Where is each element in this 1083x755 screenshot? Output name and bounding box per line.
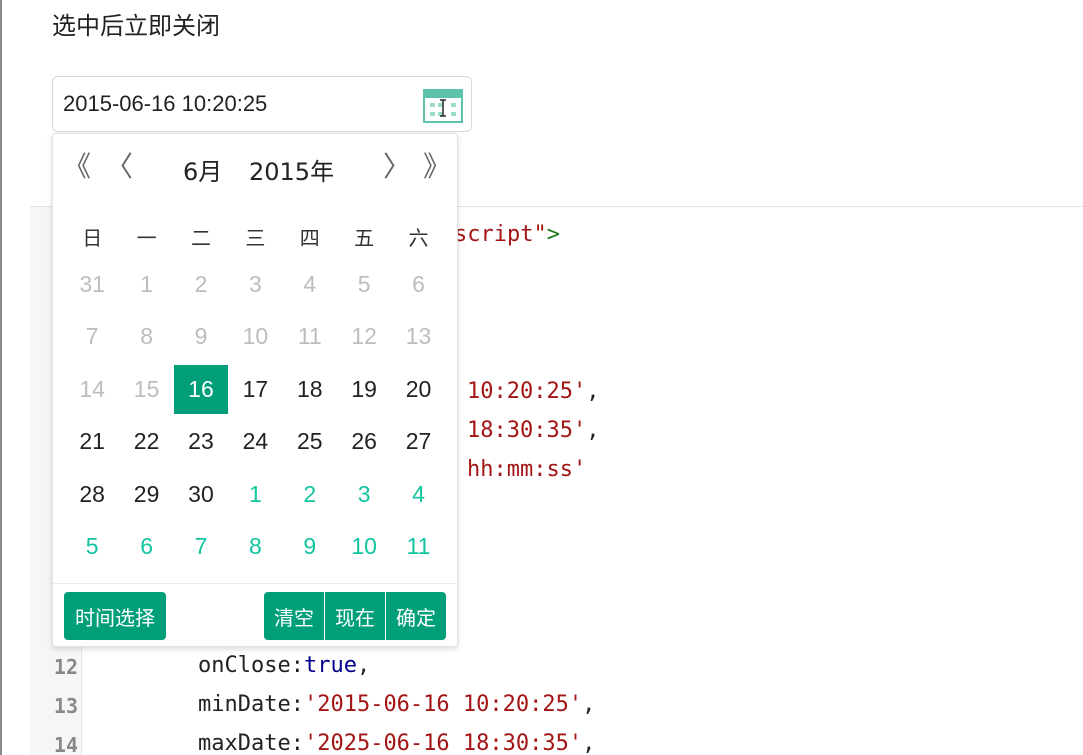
day-cell[interactable]: 11: [391, 521, 445, 574]
datetime-input[interactable]: 2015-06-16 10:20:25: [52, 76, 472, 132]
weekday-label: 日: [82, 226, 103, 250]
line-number: 13: [53, 694, 78, 718]
day-cell[interactable]: 1: [119, 258, 173, 311]
day-cell[interactable]: 21: [65, 416, 119, 469]
day-cell[interactable]: 4: [283, 258, 337, 311]
confirm-button[interactable]: 确定: [386, 592, 446, 640]
day-cell[interactable]: 25: [283, 416, 337, 469]
day-cell[interactable]: 28: [65, 468, 119, 521]
day-cell[interactable]: 20: [391, 363, 445, 416]
day-cell[interactable]: 11: [283, 311, 337, 364]
day-cell[interactable]: 4: [391, 468, 445, 521]
day-cell[interactable]: 22: [119, 416, 173, 469]
day-cell[interactable]: 8: [119, 311, 173, 364]
weekday-label: 四: [299, 226, 320, 250]
day-cell[interactable]: 31: [65, 258, 119, 311]
prev-year-button[interactable]: 《: [63, 148, 91, 186]
day-cell[interactable]: 8: [228, 521, 282, 574]
date-picker-popup: 《 〈 6月 2015年 〉 》 日一二三四五六 31 1 2 3 4 5 6 7 8 9 10 11…: [52, 133, 458, 647]
weekday-label: 二: [190, 226, 211, 250]
day-cell[interactable]: 27: [391, 416, 445, 469]
time-select-button[interactable]: 时间选择: [64, 592, 166, 640]
prev-month-button[interactable]: 〈: [105, 148, 133, 186]
day-cell[interactable]: 10: [337, 521, 391, 574]
line-number: 12: [53, 655, 78, 679]
day-cell[interactable]: 2: [283, 468, 337, 521]
day-grid: 31 1 2 3 4 5 6 7 8 9 10 11 12 13 14 15 16 17 18 19 20 21 22 23 2…: [65, 258, 446, 573]
day-cell[interactable]: 19: [337, 363, 391, 416]
next-month-button[interactable]: 〉: [383, 148, 411, 186]
left-border: [0, 0, 2, 755]
datetime-input-value[interactable]: 2015-06-16 10:20:25: [63, 91, 267, 117]
code-fragment-script: script">: [454, 222, 560, 247]
day-cell[interactable]: 17: [228, 363, 282, 416]
clear-button[interactable]: 清空: [264, 592, 324, 640]
day-cell[interactable]: 6: [391, 258, 445, 311]
day-cell[interactable]: 24: [228, 416, 282, 469]
day-cell[interactable]: 9: [283, 521, 337, 574]
day-cell[interactable]: 14: [65, 363, 119, 416]
day-cell[interactable]: 18: [283, 363, 337, 416]
day-cell[interactable]: 10: [228, 311, 282, 364]
day-cell[interactable]: 29: [119, 468, 173, 521]
day-cell[interactable]: 13: [391, 311, 445, 364]
day-cell[interactable]: 2: [174, 258, 228, 311]
code-line-maxdate: maxDate:'2025-06-16 18:30:35',: [198, 731, 596, 755]
footer-divider: [53, 583, 457, 584]
day-cell-selected[interactable]: 16: [173, 365, 229, 414]
day-cell[interactable]: 23: [174, 416, 228, 469]
day-cell[interactable]: 7: [65, 311, 119, 364]
code-line-mindate: minDate:'2015-06-16 10:20:25',: [198, 692, 596, 717]
day-cell[interactable]: 5: [65, 521, 119, 574]
day-cell[interactable]: 3: [228, 258, 282, 311]
year-selector[interactable]: 2015年: [249, 152, 334, 187]
day-cell[interactable]: 3: [337, 468, 391, 521]
month-selector[interactable]: 6月: [183, 152, 222, 187]
day-cell[interactable]: 5: [337, 258, 391, 311]
weekday-header: 日一二三四五六: [65, 222, 446, 251]
code-fragment-format: hh:mm:ss': [467, 457, 587, 482]
day-cell[interactable]: 7: [174, 521, 228, 574]
section-title: 选中后立即关闭: [52, 12, 220, 40]
day-cell[interactable]: 9: [174, 311, 228, 364]
day-cell[interactable]: 30: [174, 468, 228, 521]
day-cell[interactable]: 6: [119, 521, 173, 574]
day-cell[interactable]: 12: [337, 311, 391, 364]
line-number: 14: [53, 733, 78, 755]
calendar-icon[interactable]: [423, 89, 463, 123]
weekday-label: 六: [408, 226, 429, 250]
day-cell[interactable]: 15: [119, 363, 173, 416]
now-button[interactable]: 现在: [325, 592, 385, 640]
next-year-button[interactable]: 》: [423, 148, 451, 186]
code-line-onclose: onClose:true,: [198, 653, 371, 678]
code-fragment-time2: 18:30:35',: [467, 418, 600, 443]
day-cell[interactable]: 26: [337, 416, 391, 469]
day-cell[interactable]: 1: [228, 468, 282, 521]
weekday-label: 三: [245, 226, 266, 250]
weekday-label: 五: [354, 226, 375, 250]
weekday-label: 一: [136, 226, 157, 250]
code-fragment-time1: 10:20:25',: [467, 379, 600, 404]
